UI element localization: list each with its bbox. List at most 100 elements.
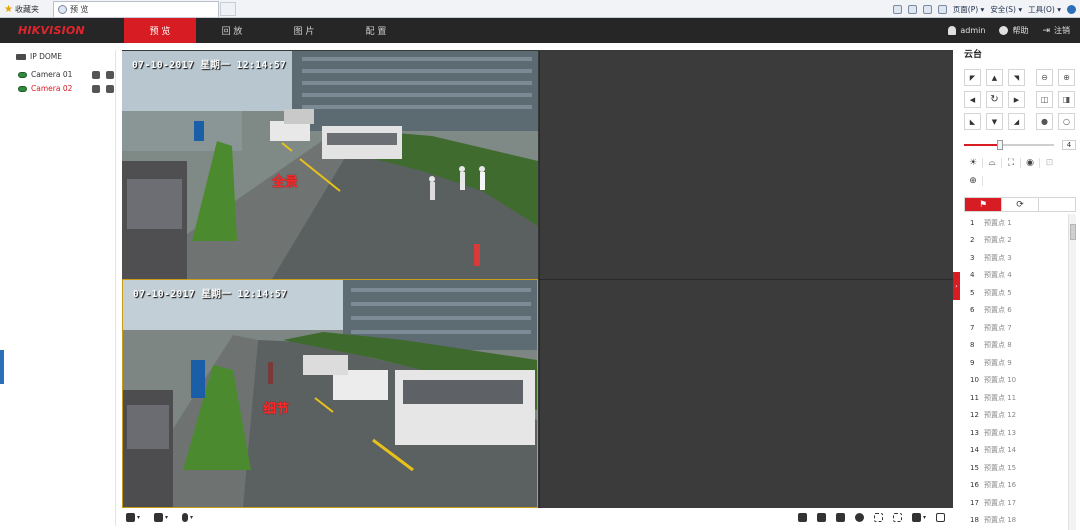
preset-item[interactable]: 11 预置点 11	[964, 389, 1068, 407]
zoom-out-button[interactable]: ⊖	[1036, 69, 1053, 86]
video-window-3[interactable]	[539, 51, 953, 279]
star-icon: ★	[4, 3, 13, 15]
ptz-left-button[interactable]: ◀	[964, 91, 981, 108]
home-icon[interactable]	[892, 4, 902, 14]
video-osd-timestamp: 07-10-2017 星期一 12:14:57	[133, 289, 288, 300]
video-window-1[interactable]: 07-10-2017 星期一 12:14:57 全景	[122, 51, 538, 279]
volume-button[interactable]: ▾	[911, 513, 926, 522]
camera-item-02[interactable]: Camera 02	[18, 84, 114, 93]
favorites-button[interactable]: ★ 收藏夹	[4, 3, 39, 15]
preset-item[interactable]: 6 预置点 6	[964, 302, 1068, 320]
preset-item[interactable]: 5 预置点 5	[964, 284, 1068, 302]
video-window-4[interactable]	[539, 279, 953, 508]
tab-patrols[interactable]: ⟳	[1002, 198, 1039, 211]
preset-item[interactable]: 18 预置点 18	[964, 512, 1068, 530]
device-tree-root[interactable]: IP DOME	[16, 52, 62, 61]
info-icon	[999, 26, 1009, 35]
camera-feed-detail	[123, 280, 537, 507]
ptz-down-left-button[interactable]: ◣	[964, 113, 981, 130]
ptz-up-right-button[interactable]: ◥	[1008, 69, 1025, 86]
menu-page[interactable]: 页面(P) ▾	[953, 4, 985, 15]
help-link[interactable]: 帮助	[999, 25, 1028, 36]
record-icon[interactable]	[92, 84, 100, 93]
preset-item[interactable]: 1 预置点 1	[964, 214, 1068, 232]
new-tab-button[interactable]	[220, 2, 236, 16]
zoom-in-button[interactable]: ⊕	[1058, 69, 1075, 86]
camera-item-01[interactable]: Camera 01	[18, 70, 114, 79]
nav-playback[interactable]: 回 放	[196, 18, 268, 43]
preset-name: 预置点 12	[984, 411, 1017, 420]
menu-tools[interactable]: 工具(O) ▾	[1028, 4, 1061, 15]
preset-number: 6	[970, 306, 975, 315]
preset-name: 预置点 16	[984, 481, 1017, 490]
preset-name: 预置点 15	[984, 463, 1017, 472]
preset-item[interactable]: 17 预置点 17	[964, 494, 1068, 512]
3d-zoom-icon[interactable]: ⊕	[964, 176, 983, 186]
ptz-speed-slider[interactable]: 4	[964, 140, 1076, 150]
record-button[interactable]	[835, 513, 845, 522]
auto-focus-icon[interactable]: ⛶	[1002, 158, 1021, 168]
focus-far-button[interactable]: ◨	[1058, 91, 1075, 108]
preset-item[interactable]: 3 预置点 3	[964, 249, 1068, 267]
stream-type-icon[interactable]	[106, 84, 114, 93]
regional-exposure-button[interactable]	[873, 513, 883, 522]
stream-type-icon[interactable]	[106, 70, 114, 79]
logout-link[interactable]: ⇥ 注销	[1042, 25, 1070, 36]
scrollbar-thumb[interactable]	[1070, 224, 1076, 240]
ptz-down-button[interactable]: ▼	[986, 113, 1003, 130]
collapse-ptz-panel-button[interactable]: ›	[953, 272, 960, 300]
focus-near-button[interactable]: ◫	[1036, 91, 1053, 108]
fullscreen-button[interactable]	[936, 513, 945, 522]
ptz-up-left-button[interactable]: ◤	[964, 69, 981, 86]
help-circle-icon[interactable]	[1067, 4, 1076, 14]
preset-name: 预置点 2	[984, 236, 1012, 245]
ptz-right-button[interactable]: ▶	[1008, 91, 1025, 108]
preset-item[interactable]: 12 预置点 12	[964, 407, 1068, 425]
regional-focus-button[interactable]	[892, 513, 902, 522]
window-layout-button[interactable]: ▾	[126, 513, 140, 522]
preset-item[interactable]: 13 预置点 13	[964, 424, 1068, 442]
menu-safety[interactable]: 安全(S) ▾	[990, 4, 1022, 15]
tab-presets[interactable]: ⚑	[965, 198, 1002, 211]
nav-preview[interactable]: 预 览	[124, 18, 196, 43]
preset-number: 1	[970, 218, 975, 227]
iris-close-button[interactable]: ●	[1036, 113, 1053, 130]
user-menu[interactable]: admin	[948, 26, 985, 35]
record-icon[interactable]	[92, 70, 100, 79]
preset-item[interactable]: 2 预置点 2	[964, 232, 1068, 250]
preset-number: 14	[970, 446, 979, 455]
preset-item[interactable]: 8 预置点 8	[964, 337, 1068, 355]
stream-select-button[interactable]: ▾	[154, 513, 168, 522]
feeds-icon[interactable]	[907, 4, 917, 14]
nav-configuration[interactable]: 配 置	[340, 18, 412, 43]
preset-item[interactable]: 9 预置点 9	[964, 354, 1068, 372]
audio-talk-button[interactable]: ▾	[182, 513, 193, 522]
preset-item[interactable]: 14 预置点 14	[964, 442, 1068, 460]
mail-icon[interactable]	[922, 4, 932, 14]
capture-button[interactable]	[816, 513, 826, 522]
nav-picture[interactable]: 图 片	[268, 18, 340, 43]
ptz-auto-scan-button[interactable]: ↻	[986, 91, 1003, 108]
print-icon[interactable]	[937, 4, 947, 14]
preset-item[interactable]: 7 预置点 7	[964, 319, 1068, 337]
manual-track-icon[interactable]: ⊡	[1040, 158, 1059, 168]
wiper-icon[interactable]: ⌓	[983, 158, 1002, 168]
lens-init-icon[interactable]: ◉	[1021, 158, 1040, 168]
tab-patterns[interactable]	[1039, 198, 1075, 211]
preset-item[interactable]: 4 预置点 4	[964, 267, 1068, 285]
light-icon[interactable]: ☀	[964, 158, 983, 168]
preset-item[interactable]: 10 预置点 10	[964, 372, 1068, 390]
stop-all-button[interactable]	[797, 513, 807, 522]
video-window-2[interactable]: 07-10-2017 星期一 12:14:57 细节	[122, 279, 538, 508]
preset-number: 8	[970, 341, 975, 350]
preset-list-scrollbar[interactable]	[1068, 214, 1076, 530]
preset-item[interactable]: 15 预置点 15	[964, 459, 1068, 477]
ptz-down-right-button[interactable]: ◢	[1008, 113, 1025, 130]
digital-zoom-button[interactable]	[854, 513, 864, 522]
iris-open-button[interactable]: ○	[1058, 113, 1075, 130]
slider-handle[interactable]	[997, 140, 1003, 150]
ptz-up-button[interactable]: ▲	[986, 69, 1003, 86]
ptz-tabs: ⚑ ⟳	[964, 197, 1076, 212]
browser-tab[interactable]: 预 览	[53, 1, 219, 17]
preset-item[interactable]: 16 预置点 16	[964, 477, 1068, 495]
